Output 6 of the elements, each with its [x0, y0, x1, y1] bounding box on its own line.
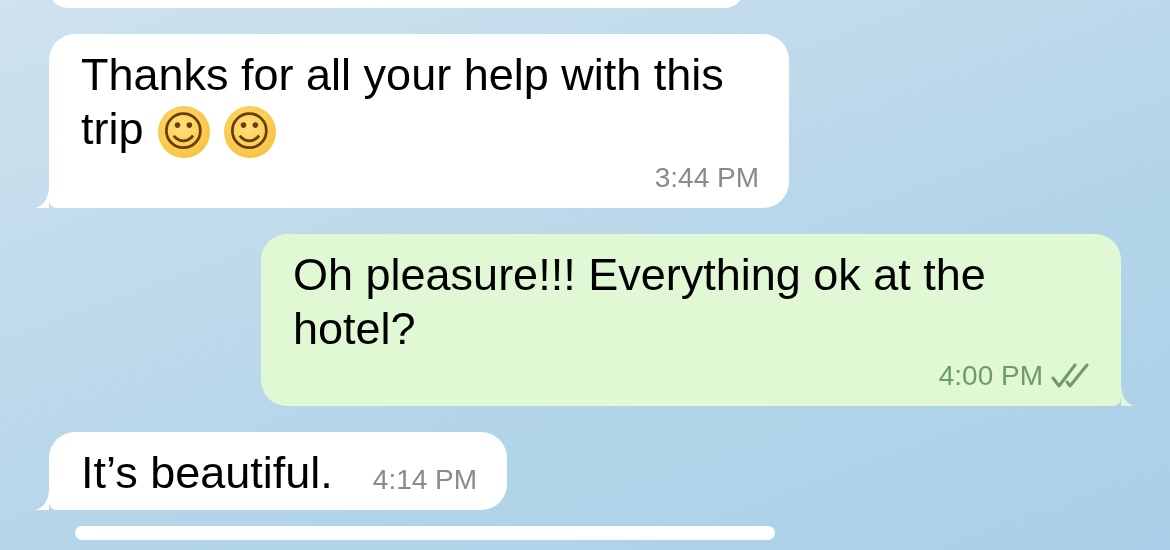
message-text: Thanks for all your help with this trip ☺ ☺: [81, 48, 725, 159]
message-time: 4:14 PM: [372, 463, 478, 498]
message-time: 3:44 PM: [654, 161, 759, 196]
message-text: Oh pleasure!!! Everything ok at the hotel?: [293, 248, 987, 357]
message-text: It’s beautiful.: [81, 446, 333, 501]
message-time: 4:00 PM: [938, 359, 1043, 394]
